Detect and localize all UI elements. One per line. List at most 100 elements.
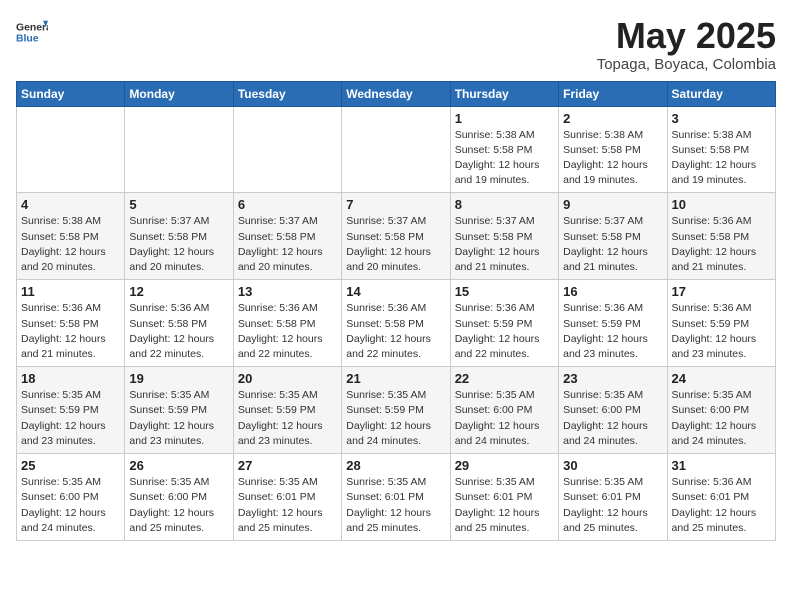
day-number: 23 [563, 371, 662, 386]
calendar-cell: 11Sunrise: 5:36 AM Sunset: 5:58 PM Dayli… [17, 280, 125, 367]
weekday-header-tuesday: Tuesday [233, 81, 341, 106]
calendar-cell: 8 Sunrise: 5:37 AM Sunset: 5:58 PM Daylig… [450, 193, 558, 280]
week-row-4: 18 Sunrise: 5:35 AM Sunset: 5:59 PM Dayli… [17, 367, 776, 454]
calendar-cell: 15Sunrise: 5:36 AM Sunset: 5:59 PM Dayli… [450, 280, 558, 367]
calendar-cell: 6 Sunrise: 5:37 AM Sunset: 5:58 PM Daylig… [233, 193, 341, 280]
calendar-cell: 2Sunrise: 5:38 AM Sunset: 5:58 PM Daylig… [559, 106, 667, 193]
weekday-header-saturday: Saturday [667, 81, 775, 106]
day-info: Sunrise: 5:36 AM Sunset: 5:58 PM Dayligh… [238, 301, 337, 362]
day-info: Sunrise: 5:35 AM Sunset: 5:59 PM Dayligh… [21, 388, 120, 449]
day-info: Sunrise: 5:35 AM Sunset: 6:00 PM Dayligh… [455, 388, 554, 449]
weekday-header-row: SundayMondayTuesdayWednesdayThursdayFrid… [17, 81, 776, 106]
day-number: 8 [455, 197, 554, 212]
calendar-cell: 23 Sunrise: 5:35 AM Sunset: 6:00 PM Dayli… [559, 367, 667, 454]
day-number: 13 [238, 284, 337, 299]
day-info: Sunrise: 5:35 AM Sunset: 5:59 PM Dayligh… [346, 388, 445, 449]
day-number: 30 [563, 458, 662, 473]
week-row-5: 25 Sunrise: 5:35 AM Sunset: 6:00 PM Dayli… [17, 454, 776, 541]
day-number: 18 [21, 371, 120, 386]
day-number: 10 [672, 197, 771, 212]
day-number: 19 [129, 371, 228, 386]
day-info: Sunrise: 5:35 AM Sunset: 6:00 PM Dayligh… [21, 475, 120, 536]
day-number: 5 [129, 197, 228, 212]
day-info: Sunrise: 5:35 AM Sunset: 5:59 PM Dayligh… [129, 388, 228, 449]
day-info: Sunrise: 5:38 AM Sunset: 5:58 PM Dayligh… [455, 128, 554, 189]
weekday-header-thursday: Thursday [450, 81, 558, 106]
calendar-cell [233, 106, 341, 193]
svg-text:Blue: Blue [16, 34, 39, 45]
day-info: Sunrise: 5:36 AM Sunset: 6:01 PM Dayligh… [672, 475, 771, 536]
day-info: Sunrise: 5:38 AM Sunset: 5:58 PM Dayligh… [672, 128, 771, 189]
day-number: 9 [563, 197, 662, 212]
day-number: 21 [346, 371, 445, 386]
day-number: 12 [129, 284, 228, 299]
calendar-cell: 4Sunrise: 5:38 AM Sunset: 5:58 PM Daylig… [17, 193, 125, 280]
calendar-cell: 14Sunrise: 5:36 AM Sunset: 5:58 PM Dayli… [342, 280, 450, 367]
calendar-cell: 12 Sunrise: 5:36 AM Sunset: 5:58 PM Dayli… [125, 280, 233, 367]
day-info: Sunrise: 5:35 AM Sunset: 6:00 PM Dayligh… [129, 475, 228, 536]
generalblue-logo-icon: General Blue [16, 16, 48, 48]
day-info: Sunrise: 5:37 AM Sunset: 5:58 PM Dayligh… [346, 214, 445, 275]
calendar-cell: 10 Sunrise: 5:36 AM Sunset: 5:58 PM Dayli… [667, 193, 775, 280]
calendar-cell: 1 Sunrise: 5:38 AM Sunset: 5:58 PM Daylig… [450, 106, 558, 193]
day-info: Sunrise: 5:38 AM Sunset: 5:58 PM Dayligh… [21, 214, 120, 275]
calendar-cell: 27 Sunrise: 5:35 AM Sunset: 6:01 PM Dayli… [233, 454, 341, 541]
month-title: May 2025 [597, 16, 776, 56]
week-row-3: 11Sunrise: 5:36 AM Sunset: 5:58 PM Dayli… [17, 280, 776, 367]
day-number: 1 [455, 111, 554, 126]
day-info: Sunrise: 5:38 AM Sunset: 5:58 PM Dayligh… [563, 128, 662, 189]
day-number: 15 [455, 284, 554, 299]
calendar-cell: 18 Sunrise: 5:35 AM Sunset: 5:59 PM Dayli… [17, 367, 125, 454]
calendar-cell: 7 Sunrise: 5:37 AM Sunset: 5:58 PM Daylig… [342, 193, 450, 280]
weekday-header-monday: Monday [125, 81, 233, 106]
day-number: 27 [238, 458, 337, 473]
calendar-cell: 16 Sunrise: 5:36 AM Sunset: 5:59 PM Dayli… [559, 280, 667, 367]
day-info: Sunrise: 5:36 AM Sunset: 5:58 PM Dayligh… [129, 301, 228, 362]
calendar-cell: 25 Sunrise: 5:35 AM Sunset: 6:00 PM Dayli… [17, 454, 125, 541]
page-header: General Blue May 2025 Topaga, Boyaca, Co… [16, 16, 776, 73]
day-number: 6 [238, 197, 337, 212]
calendar-cell: 30 Sunrise: 5:35 AM Sunset: 6:01 PM Dayli… [559, 454, 667, 541]
calendar-cell: 9 Sunrise: 5:37 AM Sunset: 5:58 PM Daylig… [559, 193, 667, 280]
calendar-cell: 20 Sunrise: 5:35 AM Sunset: 5:59 PM Dayli… [233, 367, 341, 454]
day-number: 25 [21, 458, 120, 473]
week-row-1: 1 Sunrise: 5:38 AM Sunset: 5:58 PM Daylig… [17, 106, 776, 193]
calendar-cell: 29 Sunrise: 5:35 AM Sunset: 6:01 PM Dayli… [450, 454, 558, 541]
day-number: 17 [672, 284, 771, 299]
day-number: 16 [563, 284, 662, 299]
day-number: 14 [346, 284, 445, 299]
day-number: 7 [346, 197, 445, 212]
calendar-cell: 3Sunrise: 5:38 AM Sunset: 5:58 PM Daylig… [667, 106, 775, 193]
day-number: 20 [238, 371, 337, 386]
day-info: Sunrise: 5:35 AM Sunset: 6:01 PM Dayligh… [455, 475, 554, 536]
day-info: Sunrise: 5:37 AM Sunset: 5:58 PM Dayligh… [563, 214, 662, 275]
calendar-cell: 21 Sunrise: 5:35 AM Sunset: 5:59 PM Dayli… [342, 367, 450, 454]
day-info: Sunrise: 5:35 AM Sunset: 6:01 PM Dayligh… [238, 475, 337, 536]
title-block: May 2025 Topaga, Boyaca, Colombia [597, 16, 776, 73]
day-info: Sunrise: 5:36 AM Sunset: 5:59 PM Dayligh… [563, 301, 662, 362]
calendar-cell: 22Sunrise: 5:35 AM Sunset: 6:00 PM Dayli… [450, 367, 558, 454]
day-info: Sunrise: 5:37 AM Sunset: 5:58 PM Dayligh… [455, 214, 554, 275]
calendar-cell: 19 Sunrise: 5:35 AM Sunset: 5:59 PM Dayli… [125, 367, 233, 454]
day-info: Sunrise: 5:36 AM Sunset: 5:58 PM Dayligh… [672, 214, 771, 275]
day-info: Sunrise: 5:35 AM Sunset: 5:59 PM Dayligh… [238, 388, 337, 449]
day-number: 24 [672, 371, 771, 386]
calendar-cell [125, 106, 233, 193]
day-number: 26 [129, 458, 228, 473]
day-number: 29 [455, 458, 554, 473]
day-info: Sunrise: 5:36 AM Sunset: 5:59 PM Dayligh… [672, 301, 771, 362]
svg-text:General: General [16, 22, 48, 33]
calendar-cell [342, 106, 450, 193]
calendar-cell: 31 Sunrise: 5:36 AM Sunset: 6:01 PM Dayli… [667, 454, 775, 541]
day-info: Sunrise: 5:35 AM Sunset: 6:01 PM Dayligh… [563, 475, 662, 536]
day-info: Sunrise: 5:36 AM Sunset: 5:58 PM Dayligh… [21, 301, 120, 362]
day-info: Sunrise: 5:35 AM Sunset: 6:00 PM Dayligh… [563, 388, 662, 449]
calendar-body: 1 Sunrise: 5:38 AM Sunset: 5:58 PM Daylig… [17, 106, 776, 540]
day-info: Sunrise: 5:37 AM Sunset: 5:58 PM Dayligh… [238, 214, 337, 275]
day-number: 31 [672, 458, 771, 473]
week-row-2: 4Sunrise: 5:38 AM Sunset: 5:58 PM Daylig… [17, 193, 776, 280]
calendar-table: SundayMondayTuesdayWednesdayThursdayFrid… [16, 81, 776, 541]
day-info: Sunrise: 5:37 AM Sunset: 5:58 PM Dayligh… [129, 214, 228, 275]
day-info: Sunrise: 5:35 AM Sunset: 6:00 PM Dayligh… [672, 388, 771, 449]
calendar-cell: 5 Sunrise: 5:37 AM Sunset: 5:58 PM Daylig… [125, 193, 233, 280]
